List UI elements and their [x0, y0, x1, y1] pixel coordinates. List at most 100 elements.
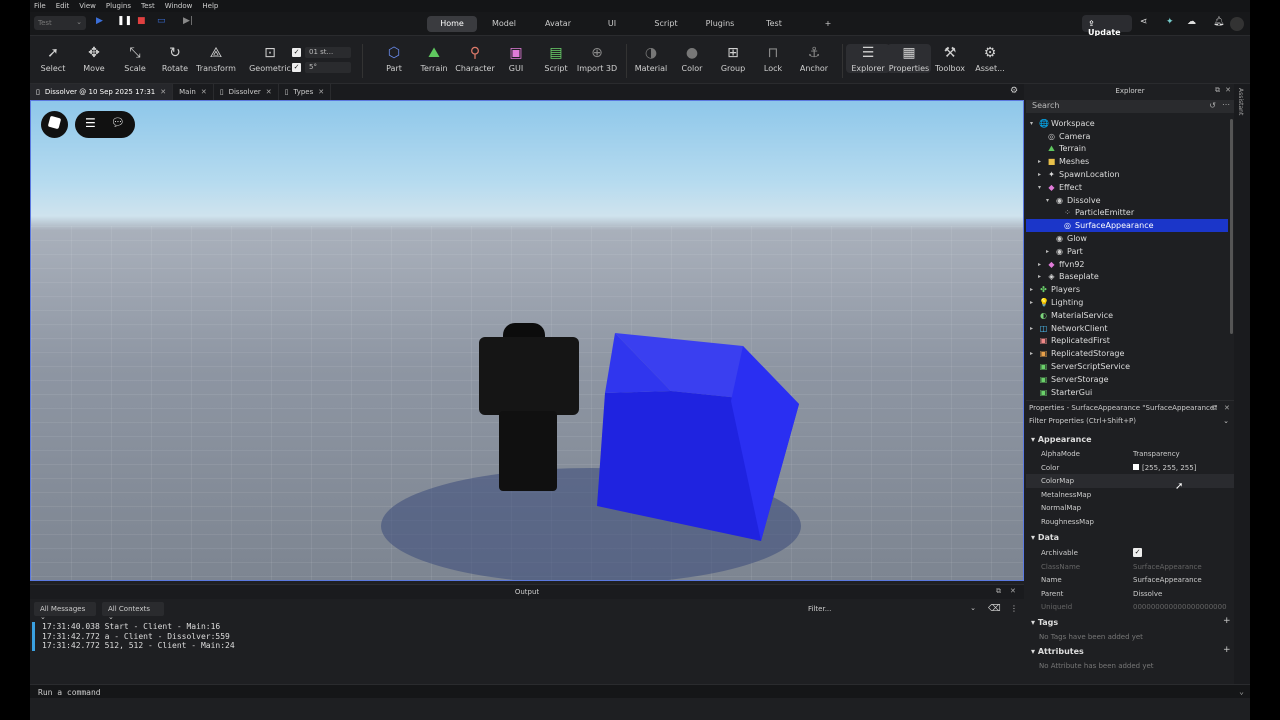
rotate-snap-input[interactable]: 5° — [305, 62, 351, 73]
property-row[interactable]: AlphaMode Transparency — [1026, 447, 1234, 461]
expand-arrow-icon[interactable]: ▸ — [1030, 350, 1036, 357]
blue-cube[interactable] — [597, 333, 799, 541]
asset-manager-tool[interactable]: ⚙ Asset... — [968, 44, 1012, 73]
character-tool[interactable]: ⚲ Character — [453, 44, 497, 73]
menu-edit[interactable]: Edit — [56, 2, 70, 10]
archivable-checkbox[interactable]: ✓ — [1133, 548, 1142, 557]
close-icon[interactable]: ✕ — [318, 88, 324, 96]
part-tool[interactable]: ⬡ Part — [372, 44, 416, 73]
expand-arrow-icon[interactable]: ▸ — [1030, 299, 1036, 306]
menu-view[interactable]: View — [79, 2, 96, 10]
tab-ui[interactable]: UI — [585, 16, 639, 32]
tree-item[interactable]: ▣ ReplicatedFirst — [1030, 335, 1110, 348]
menu-file[interactable]: File — [34, 2, 46, 10]
tab-types[interactable]: ▯ Types ✕ — [279, 84, 332, 100]
property-row[interactable]: ClassName SurfaceAppearance — [1026, 560, 1234, 574]
menu-plugins[interactable]: Plugins — [106, 2, 131, 10]
tree-item[interactable]: ◎ SurfaceAppearance — [1026, 219, 1228, 233]
tab-main[interactable]: Main ✕ — [173, 84, 214, 100]
add-tag-icon[interactable]: + — [1223, 616, 1231, 626]
3d-viewport[interactable]: ☰ 💬︎ — [30, 100, 1024, 581]
property-row[interactable]: MetalnessMap — [1026, 488, 1234, 502]
menu-test[interactable]: Test — [141, 2, 155, 10]
tree-item[interactable]: ▾ ◉ Dissolve — [1046, 194, 1101, 207]
output-filter-input[interactable]: Filter... ⌄ — [804, 602, 976, 616]
tree-item[interactable]: ▸ ◆ ffvn92 — [1038, 258, 1085, 271]
gear-icon[interactable]: ⚙ — [1010, 86, 1018, 96]
step-icon[interactable]: ▶| — [183, 16, 193, 26]
expand-arrow-icon[interactable]: ▸ — [1038, 273, 1044, 280]
anchor-tool[interactable]: ⚓︎ Anchor — [792, 44, 836, 73]
close-icon[interactable]: ✕ — [201, 88, 207, 96]
move-snap-checkbox[interactable]: ✓ — [292, 48, 301, 57]
toolbox-tool[interactable]: ⚒ Toolbox — [928, 44, 972, 73]
explorer-scrollbar[interactable] — [1230, 119, 1233, 334]
tree-item[interactable]: ▸ 💡 Lighting — [1030, 296, 1083, 309]
tree-item[interactable]: ◐ MaterialService — [1030, 309, 1113, 322]
property-row[interactable]: Archivable ✓ — [1026, 546, 1234, 560]
expand-arrow-icon[interactable]: ▾ — [1030, 120, 1036, 127]
close-icon[interactable]: ✕ — [160, 88, 166, 96]
properties-tool[interactable]: ▦ Properties — [887, 44, 931, 73]
assistant-icon[interactable]: ✦ — [1166, 17, 1174, 27]
tree-item[interactable]: ▸ ◉ Part — [1046, 245, 1083, 258]
more-icon[interactable]: ⋮ — [1010, 604, 1018, 613]
geometric-tool[interactable]: ⊡ Geometric — [248, 44, 292, 73]
tree-item[interactable]: ▸ ■ Meshes — [1038, 155, 1089, 168]
more-icon[interactable]: ⋯ — [1222, 100, 1230, 109]
avatar[interactable] — [1230, 17, 1244, 31]
move-tool[interactable]: ✥ Move — [72, 44, 116, 73]
pause-icon[interactable]: ❚❚ — [117, 16, 132, 26]
property-row[interactable]: RoughnessMap — [1026, 515, 1234, 529]
color-tool[interactable]: ● Color — [670, 44, 714, 73]
tree-item[interactable]: ▾ 🌐 Workspace — [1030, 117, 1095, 130]
import-3d-tool[interactable]: ⊕ Import 3D — [575, 44, 619, 73]
tree-item[interactable]: ▣ ServerStorage — [1030, 373, 1109, 386]
tree-item[interactable]: ⁘ ParticleEmitter — [1054, 207, 1134, 220]
material-tool[interactable]: ◑ Material — [629, 44, 673, 73]
clear-output-icon[interactable]: ⌫ — [988, 604, 1001, 614]
close-icon[interactable]: ✕ — [1225, 86, 1231, 94]
tab-dissolver[interactable]: ▯ Dissolver ✕ — [214, 84, 279, 100]
script-tool[interactable]: ▤ Script — [534, 44, 578, 73]
expand-arrow-icon[interactable]: ▸ — [1030, 325, 1036, 332]
data-section-header[interactable]: ▾ Data — [1031, 533, 1059, 542]
gui-tool[interactable]: ▣ GUI — [494, 44, 538, 73]
lock-tool[interactable]: ⊓ Lock — [751, 44, 795, 73]
move-snap-input[interactable]: 01 st... — [305, 47, 351, 58]
attributes-section-header[interactable]: ▾ Attributes — [1031, 647, 1084, 656]
add-tab-button[interactable]: + — [801, 16, 855, 32]
property-row[interactable]: Parent Dissolve — [1026, 587, 1234, 601]
menu-window[interactable]: Window — [165, 2, 193, 10]
tab-model[interactable]: Model — [477, 16, 531, 32]
properties-filter-input[interactable]: Filter Properties (Ctrl+Shift+P) ⌄ — [1029, 417, 1229, 425]
character[interactable] — [479, 323, 579, 491]
tree-item[interactable]: ▸ ◫ NetworkClient — [1030, 322, 1108, 335]
select-tool[interactable]: ➚ Select — [31, 44, 75, 73]
hamburger-icon[interactable]: ☰ — [85, 116, 96, 130]
rotate-snap-checkbox[interactable]: ✓ — [292, 63, 301, 72]
messages-filter-dropdown[interactable]: All Messages ⌄ — [34, 602, 96, 621]
assistant-rail[interactable]: Assistant — [1234, 84, 1250, 684]
tree-item[interactable]: ▸ ▣ ReplicatedStorage — [1030, 347, 1124, 360]
tab-avatar[interactable]: Avatar — [531, 16, 585, 32]
add-attribute-icon[interactable]: + — [1223, 645, 1231, 655]
chat-icon[interactable]: 💬︎ — [111, 116, 125, 129]
contexts-filter-dropdown[interactable]: All Contexts ⌄ — [102, 602, 164, 621]
explorer-search-input[interactable]: Search ↺ ⋯ — [1026, 100, 1234, 113]
tree-item[interactable]: ▸ ✦ SpawnLocation — [1038, 168, 1120, 181]
property-row[interactable]: NormalMap — [1026, 501, 1234, 515]
expand-arrow-icon[interactable]: ▸ — [1038, 158, 1044, 165]
history-icon[interactable]: ↺ — [1209, 101, 1216, 110]
close-icon[interactable]: ✕ — [1224, 404, 1230, 412]
cloud-icon[interactable]: ☁ — [1187, 17, 1196, 27]
tree-item[interactable]: ▣ ServerScriptService — [1030, 360, 1130, 373]
roblox-menu-button[interactable] — [41, 111, 68, 138]
tree-item[interactable]: ▣ StarterGui — [1030, 386, 1093, 399]
property-row[interactable]: ColorMap — [1026, 474, 1234, 488]
expand-arrow-icon[interactable]: ▸ — [1046, 248, 1052, 255]
close-icon[interactable]: ✕ — [1010, 587, 1016, 595]
tree-item[interactable]: ⛰ Terrain — [1038, 143, 1086, 156]
popout-icon[interactable]: ⧉ — [1212, 404, 1217, 413]
close-icon[interactable]: ✕ — [266, 88, 272, 96]
